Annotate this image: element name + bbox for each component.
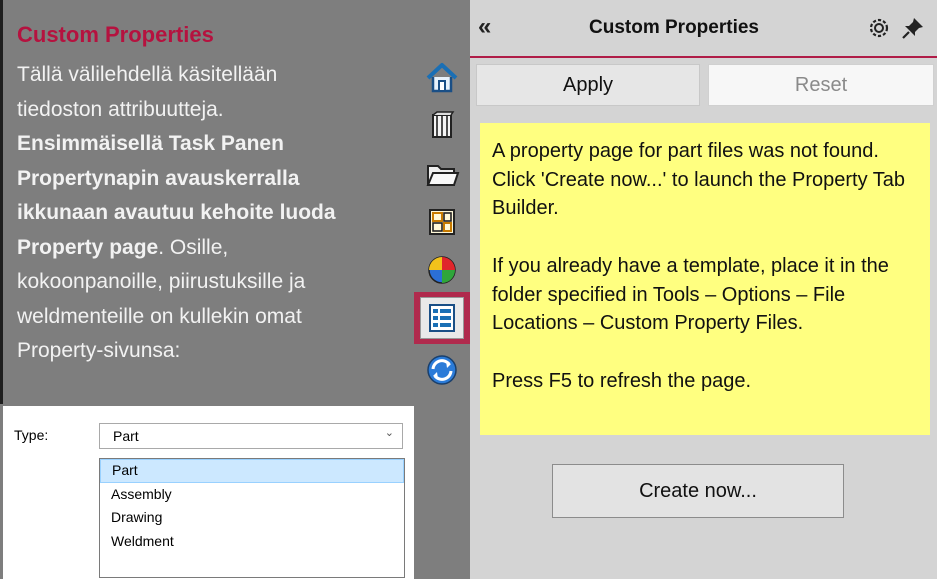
type-option-part[interactable]: Part <box>100 459 404 483</box>
slide-line-bold: Ensimmäisellä Task Panen <box>17 132 284 155</box>
pane-title: Custom Properties <box>589 17 759 38</box>
type-select[interactable]: Part ⌄ <box>99 423 403 449</box>
tab-view-palette[interactable] <box>418 200 466 244</box>
apply-button[interactable]: Apply <box>476 64 700 106</box>
type-option-assembly[interactable]: Assembly <box>100 483 404 507</box>
create-now-button[interactable]: Create now... <box>552 464 844 518</box>
reset-button[interactable]: Reset <box>708 64 934 106</box>
type-option-weldment[interactable]: Weldment <box>100 530 404 554</box>
collapse-pane-icon[interactable]: « <box>478 13 491 41</box>
slide-line: kokoonpanoille, piirustuksille ja <box>17 270 306 293</box>
design-library-icon <box>432 111 455 138</box>
pin-icon[interactable] <box>900 15 926 46</box>
gear-icon[interactable] <box>866 15 892 46</box>
pane-header: « Custom Properties <box>470 0 937 58</box>
chevron-down-icon: ⌄ <box>384 427 394 439</box>
type-options-list: Part Assembly Drawing Weldment <box>99 458 405 578</box>
view-palette-icon <box>429 209 455 235</box>
slide-line-bold: Propertynapin avauskerralla <box>17 166 300 190</box>
task-pane-tabstrip <box>414 56 470 394</box>
slide-line: weldmenteille on kullekin omat <box>17 304 302 328</box>
home-icon <box>426 63 458 93</box>
tab-appearances[interactable] <box>418 248 466 292</box>
type-option-drawing[interactable]: Drawing <box>100 506 404 530</box>
slide-line: tiedoston attribuutteja. <box>17 97 224 121</box>
message-paragraph: Press F5 to refresh the page. <box>492 369 752 392</box>
tab-solidworks-forum[interactable] <box>418 348 466 392</box>
custom-properties-pane: « Custom Properties Apply Reset A proper… <box>470 0 937 579</box>
folder-icon <box>426 165 460 186</box>
tab-custom-properties-inner <box>420 297 464 339</box>
tab-design-library[interactable] <box>418 104 466 148</box>
tab-home[interactable] <box>418 56 466 100</box>
slide-line-bold: ikkunaan avautuu kehoite luoda <box>17 201 336 224</box>
type-select-value: Part <box>113 428 139 444</box>
property-page-message: A property page for part files was not f… <box>480 123 930 435</box>
slide-line: Tällä välilehdellä käsitellään <box>17 63 278 86</box>
type-dropdown-screenshot: Type: Part ⌄ Part Assembly Drawing Weldm… <box>3 406 414 579</box>
type-label: Type: <box>14 427 49 443</box>
slide-line: Property page. Osille, <box>17 235 229 259</box>
slide-body: Tällä välilehdellä käsitellään tiedoston… <box>17 58 409 369</box>
custom-properties-icon <box>429 304 455 332</box>
refresh-globe-icon <box>427 355 457 385</box>
tab-file-explorer[interactable] <box>418 152 466 196</box>
slide-line: Property-sivunsa: <box>17 339 181 362</box>
tab-custom-properties[interactable] <box>414 292 470 344</box>
slide-text-area: Custom Properties Tällä välilehdellä käs… <box>0 0 414 404</box>
message-paragraph: A property page for part files was not f… <box>492 140 906 220</box>
slide-heading: Custom Properties <box>17 22 214 47</box>
message-paragraph: If you already have a template, place it… <box>492 254 889 335</box>
appearances-icon <box>428 256 456 284</box>
